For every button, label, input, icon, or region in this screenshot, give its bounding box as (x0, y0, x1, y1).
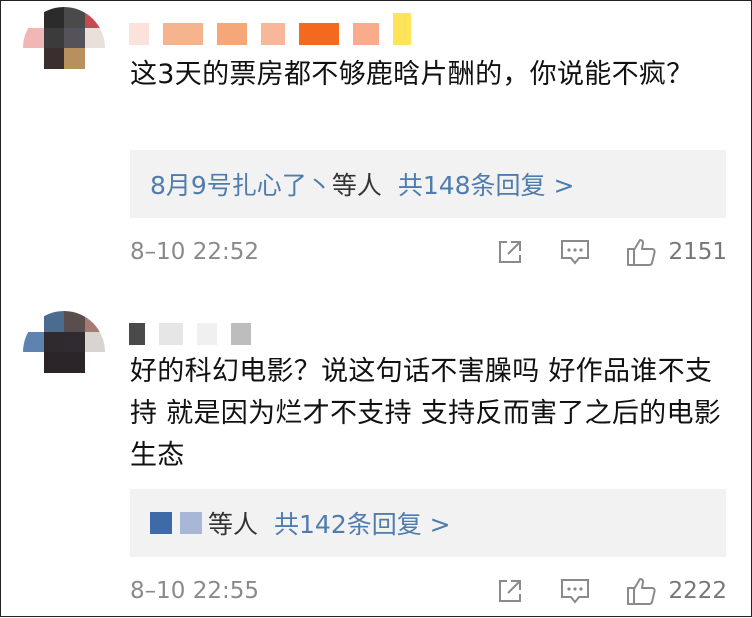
like-count: 2222 (668, 578, 727, 604)
comment-text: 这3天的票房都不够鹿晗片酬的，你说能不疯？ (130, 59, 694, 90)
mosaic-tile (43, 311, 64, 332)
mosaic-tile (43, 7, 64, 28)
name-mosaic-block (159, 323, 183, 345)
name-mosaic-block (129, 323, 145, 345)
like-button[interactable]: 2222 (626, 575, 727, 607)
mosaic-tile (23, 331, 44, 352)
username-obscured[interactable] (129, 309, 251, 345)
comment-text: 好的科幻电影？说这句话不害臊吗 好作品谁不支持 就是因为烂才不支持 支持反而害了… (130, 356, 722, 471)
avatar-mosaic (23, 311, 105, 393)
thumbs-up-icon (627, 239, 657, 266)
mosaic-tile (84, 352, 105, 373)
mosaic-tile (43, 48, 64, 69)
mosaic-tile (23, 311, 44, 332)
mosaic-tile (84, 372, 105, 393)
mosaic-tile (64, 352, 85, 373)
reply-user-link[interactable]: 8月9号扎心了丶 (150, 166, 332, 202)
comment-button[interactable] (560, 577, 590, 605)
name-mosaic-block (261, 23, 285, 45)
mosaic-tile (23, 7, 44, 28)
mosaic-tile (84, 311, 105, 332)
name-mosaic-block (129, 23, 149, 45)
mosaic-tile (43, 372, 64, 393)
reply-count-link[interactable]: 共142条回复 > (274, 505, 451, 541)
mosaic-tile (64, 27, 85, 48)
reply-others-label: 等人 (331, 171, 382, 200)
mosaic-tile (64, 311, 85, 332)
mosaic-tile (84, 331, 105, 352)
mosaic-tile (64, 372, 85, 393)
comment-meta: 8–10 22:52 2151 (130, 232, 727, 272)
avatar[interactable] (23, 311, 105, 393)
mosaic-tile (23, 48, 44, 69)
mosaic-tile (84, 27, 105, 48)
comment-icon (561, 240, 590, 265)
comment-icon (561, 579, 590, 604)
name-mosaic-block (231, 323, 251, 345)
avatar[interactable] (23, 7, 105, 89)
reply-count-link[interactable]: 共148条回复 > (398, 166, 575, 202)
reply-preview[interactable]: 8月9号扎心了丶 等人 共148条回复 > (130, 150, 726, 218)
reply-user-avatars-obscured[interactable] (150, 512, 202, 534)
share-button[interactable] (496, 238, 524, 266)
avatar-mosaic (23, 7, 105, 89)
like-count: 2151 (668, 239, 727, 265)
reply-avatar-mosaic (150, 512, 172, 534)
mosaic-tile (43, 331, 64, 352)
thumbs-up-icon (627, 578, 657, 605)
comment-item: 这3天的票房都不够鹿晗片酬的，你说能不疯？ 8月9号扎心了丶 等人 共148条回… (1, 1, 752, 293)
comment-meta: 8–10 22:55 2222 (130, 571, 727, 611)
name-mosaic-block (353, 23, 379, 45)
like-button[interactable]: 2151 (626, 236, 727, 268)
share-icon (499, 241, 522, 263)
mosaic-tile (43, 352, 64, 373)
name-mosaic-block (299, 23, 339, 45)
mosaic-tile (43, 27, 64, 48)
reply-others-label: 等人 (208, 510, 259, 539)
name-mosaic-block (217, 23, 247, 45)
mosaic-tile (23, 352, 44, 373)
username-obscured[interactable] (129, 9, 411, 45)
mosaic-tile (64, 48, 85, 69)
share-icon (499, 580, 522, 602)
comment-button[interactable] (560, 238, 590, 266)
mosaic-tile (23, 27, 44, 48)
share-button[interactable] (496, 577, 524, 605)
mosaic-tile (64, 331, 85, 352)
reply-preview[interactable]: 等人 共142条回复 > (130, 489, 726, 557)
mosaic-tile (43, 68, 64, 89)
name-mosaic-block (197, 323, 217, 345)
timestamp: 8–10 22:52 (130, 239, 259, 265)
mosaic-tile (84, 7, 105, 28)
mosaic-tile (84, 48, 105, 69)
mosaic-tile (23, 68, 44, 89)
comment-item: 好的科幻电影？说这句话不害臊吗 好作品谁不支持 就是因为烂才不支持 支持反而害了… (1, 301, 752, 618)
mosaic-tile (64, 68, 85, 89)
timestamp: 8–10 22:55 (130, 578, 259, 604)
reply-avatar-mosaic (180, 512, 202, 534)
name-mosaic-block (163, 23, 203, 45)
mosaic-tile (84, 68, 105, 89)
name-mosaic-block (393, 13, 411, 45)
mosaic-tile (23, 372, 44, 393)
mosaic-tile (64, 7, 85, 28)
